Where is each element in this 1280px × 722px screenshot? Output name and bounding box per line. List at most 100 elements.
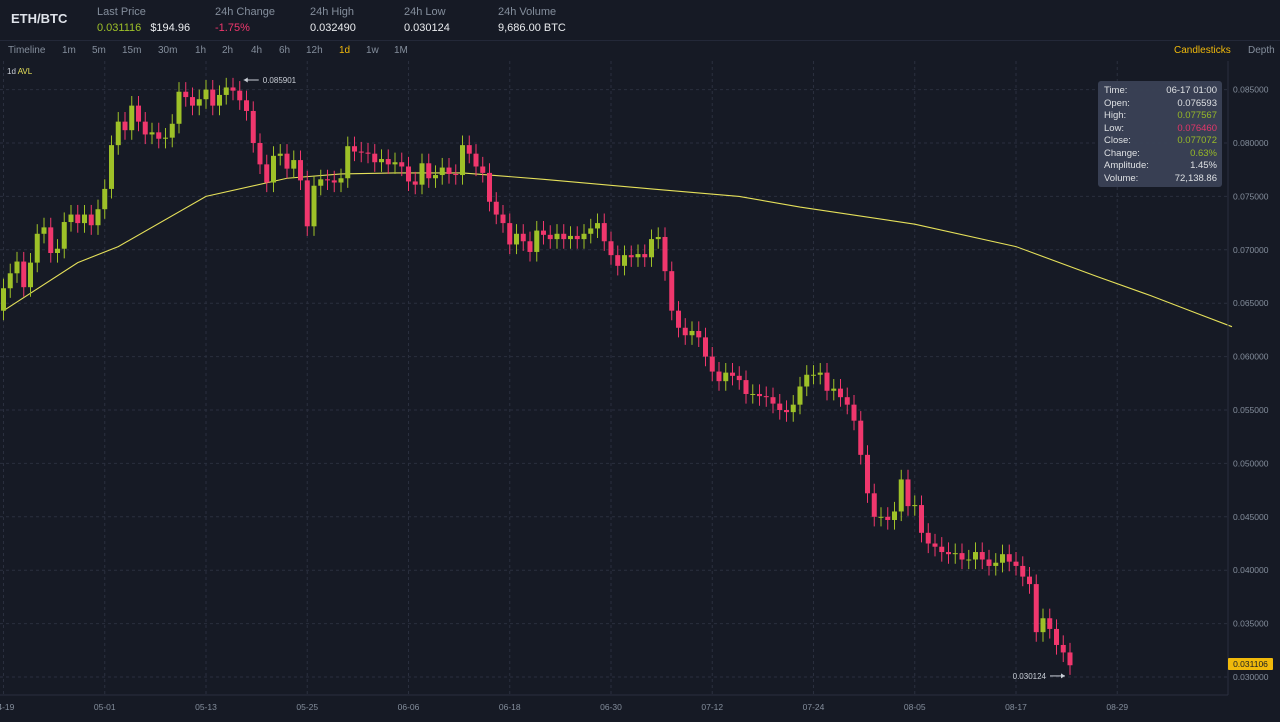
candle-body [176, 91, 182, 124]
last-price-stat: Last Price 0.031116 $194.96 [97, 6, 190, 34]
candlesticks-tab[interactable]: Candlesticks [1174, 45, 1231, 56]
candle-body [763, 396, 769, 398]
candle-body [129, 105, 135, 131]
interval-1m[interactable]: 1m [62, 45, 76, 56]
candle-body [230, 87, 236, 91]
tooltip-high: 0.077567 [1177, 110, 1217, 121]
interval-2h[interactable]: 2h [222, 45, 233, 56]
interval-6h[interactable]: 6h [279, 45, 290, 56]
candle-body [736, 375, 742, 381]
candle-body [520, 233, 526, 242]
candle-body [770, 397, 776, 404]
pair-title[interactable]: ETH/BTC [11, 11, 67, 26]
candle-body [284, 153, 290, 169]
candle-body [527, 241, 533, 252]
candle-body [804, 374, 810, 387]
x-tick-label: 05-25 [296, 702, 318, 712]
min-marker-label: 0.030124 [1013, 672, 1047, 681]
candle-body [568, 235, 573, 240]
candle-body [979, 552, 985, 560]
interval-4h[interactable]: 4h [251, 45, 262, 56]
candle-body [905, 479, 911, 507]
candle-body [1027, 576, 1032, 585]
tooltip-open: 0.076593 [1177, 97, 1217, 109]
candle-body [703, 337, 708, 357]
candle-body [392, 162, 398, 165]
x-tick-label: 08-29 [1106, 702, 1128, 712]
candle-body [676, 310, 681, 328]
candle-body [622, 255, 627, 266]
interval-5m[interactable]: 5m [92, 45, 106, 56]
candle-body [716, 371, 722, 382]
candle-body [406, 166, 411, 182]
interval-1d[interactable]: 1d [339, 45, 350, 56]
interval-1h[interactable]: 1h [195, 45, 206, 56]
x-axis: 04-19 05-01 05-13 05-25 06-06 06-18 06-30 07-12… [0, 694, 1228, 712]
candle-body [824, 372, 830, 391]
low-label: 24h Low [404, 6, 446, 18]
candle-body [959, 553, 965, 560]
candle-body [1047, 618, 1053, 629]
interval-1M[interactable]: 1M [394, 45, 408, 56]
candle-body [372, 153, 378, 163]
candle-body [898, 479, 904, 512]
depth-tab[interactable]: Depth [1248, 45, 1275, 56]
interval-15m[interactable]: 15m [122, 45, 141, 56]
candle-body [790, 404, 796, 413]
change-label: 24h Change [215, 6, 275, 18]
volume-value: 9,686.00 BTC [498, 22, 566, 34]
candle-body [1054, 628, 1059, 645]
candle-body [257, 143, 263, 165]
candle-body [669, 271, 675, 311]
high-label: 24h High [310, 6, 355, 18]
candle-body [277, 153, 283, 156]
legend-avl: AVL [17, 67, 33, 76]
candle-body [757, 393, 762, 397]
interval-12h[interactable]: 12h [306, 45, 323, 56]
volume-stat: 24h Volume 9,686.00 BTC [498, 6, 566, 34]
ohlc-tooltip: Time: 06-17 01:00 Open: 0.076593 High: 0.07… [1098, 81, 1222, 187]
candle-body [75, 214, 81, 224]
interval-1w[interactable]: 1w [366, 45, 379, 56]
candle-body [986, 559, 992, 566]
candle-body [460, 145, 465, 176]
tooltip-time-label: Time: [1104, 85, 1128, 96]
candle-body [574, 235, 580, 240]
candle-body [352, 146, 357, 152]
y-tick-label: 0.050000 [1233, 458, 1269, 468]
candle-body [682, 327, 688, 336]
candle-body [1067, 652, 1073, 666]
candle-body [41, 227, 47, 234]
interval-timeline[interactable]: Timeline [8, 45, 45, 56]
candle-body [412, 181, 418, 185]
tooltip-low-label: Low: [1104, 122, 1125, 134]
y-tick-label: 0.055000 [1233, 405, 1269, 415]
candle-body [635, 254, 641, 258]
candle-body [426, 163, 432, 179]
candle-body [912, 505, 918, 507]
candle-body [223, 87, 229, 95]
x-tick-label: 07-24 [803, 702, 825, 712]
candle-body [709, 356, 715, 372]
candle-body [628, 255, 634, 258]
candle-body [939, 546, 945, 553]
candle-body [318, 179, 324, 186]
candle-body [379, 159, 384, 163]
candle-body [1, 288, 6, 311]
candle-body [946, 552, 951, 555]
candle-body [1033, 584, 1039, 633]
candle-body [244, 100, 249, 111]
y-tick-label: 0.080000 [1233, 138, 1269, 148]
legend-interval: 1d [7, 67, 16, 76]
candle-body [865, 454, 870, 494]
candle-body [851, 404, 857, 421]
interval-30m[interactable]: 30m [158, 45, 177, 56]
last-price-label: Last Price [97, 6, 146, 18]
candle-body [48, 227, 54, 254]
tooltip-amplitude-label: Amplitude: [1104, 160, 1149, 171]
candlestick-chart[interactable]: 0.030000 0.035000 0.040000 0.045000 0.050000… [0, 61, 1280, 722]
candle-body [250, 110, 256, 143]
candle-body [1060, 644, 1066, 653]
tooltip-open-label: Open: [1104, 97, 1130, 109]
y-tick-label: 0.030000 [1233, 672, 1269, 682]
